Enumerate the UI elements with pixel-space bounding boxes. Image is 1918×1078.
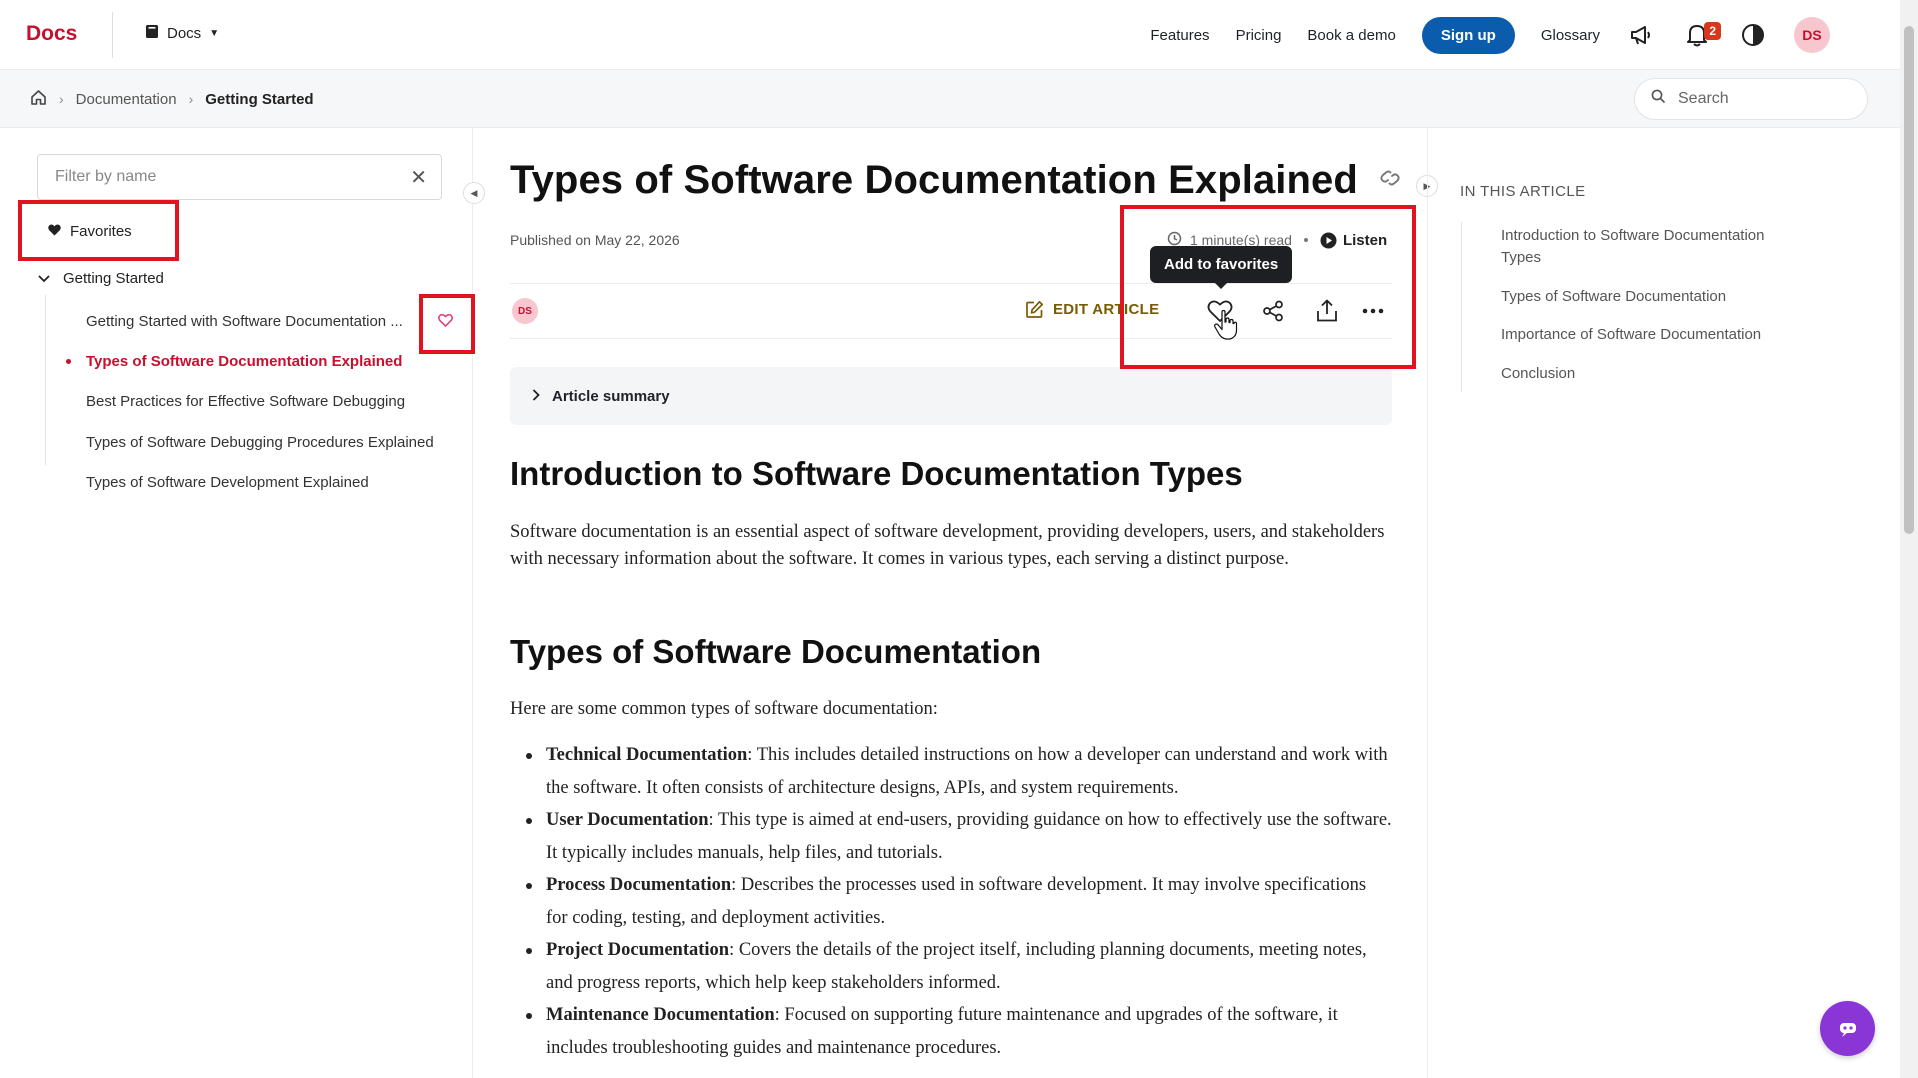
edit-icon — [1026, 300, 1044, 318]
book-icon — [145, 24, 159, 43]
toc-guide-line — [1461, 222, 1462, 392]
top-navbar: Docs Docs ▼ Features Pricing Book a demo… — [0, 0, 1900, 70]
bell-icon[interactable]: 2 — [1682, 20, 1721, 50]
breadcrumb-documentation[interactable]: Documentation — [76, 91, 177, 108]
chevron-right-icon: › — [59, 91, 64, 107]
breadcrumb: › Documentation › Getting Started — [30, 89, 314, 109]
nav-links: Features Pricing Book a demo Sign up Glo… — [1150, 0, 1830, 70]
list-item: Technical Documentation: This includes d… — [526, 739, 1392, 804]
section-paragraph-introduction: Software documentation is an essential a… — [510, 522, 1385, 569]
nav-book-demo[interactable]: Book a demo — [1307, 27, 1395, 44]
list-item-term: Maintenance Documentation — [546, 1005, 775, 1025]
list-item: User Documentation: This type is aimed a… — [526, 804, 1392, 869]
nav-features[interactable]: Features — [1150, 27, 1209, 44]
sidebar-item-getting-started[interactable]: Getting Started with Software Documentat… — [86, 313, 403, 330]
highlight-box-favorites — [18, 200, 179, 261]
left-sidebar: ✕ Favorites Getting Started Getting Star… — [0, 128, 475, 1078]
author-avatar[interactable]: DS — [512, 298, 538, 324]
scrollbar-thumb[interactable] — [1904, 26, 1914, 534]
section-intro-types: Here are some common types of software d… — [510, 699, 938, 719]
page-title: Types of Software Documentation Explaine… — [510, 158, 1358, 202]
section-heading-introduction: Introduction to Software Documentation T… — [510, 455, 1243, 492]
breadcrumb-bar: › Documentation › Getting Started — [0, 70, 1900, 128]
active-dot — [66, 359, 71, 364]
toc-item-types[interactable]: Types of Software Documentation — [1501, 286, 1801, 308]
sidebar-item-best-practices-debugging[interactable]: Best Practices for Effective Software De… — [86, 393, 405, 410]
article-summary-toggle[interactable]: Article summary — [510, 367, 1392, 425]
project-selector[interactable]: Docs ▼ — [145, 24, 219, 43]
hand-cursor-icon — [1213, 309, 1239, 345]
search-icon — [1651, 89, 1666, 109]
chevron-down-icon — [38, 270, 50, 287]
theme-toggle-icon[interactable] — [1738, 20, 1768, 50]
breadcrumb-getting-started[interactable]: Getting Started — [205, 91, 313, 108]
home-icon[interactable] — [30, 89, 47, 109]
documentation-types-list: Technical Documentation: This includes d… — [526, 739, 1392, 1064]
list-item: Maintenance Documentation: Focused on su… — [526, 999, 1392, 1064]
section-heading-types: Types of Software Documentation — [510, 633, 1042, 670]
megaphone-icon[interactable] — [1626, 20, 1656, 50]
list-item: Project Documentation: Covers the detail… — [526, 934, 1392, 999]
notification-badge: 2 — [1704, 22, 1721, 40]
list-item: Process Documentation: Describes the pro… — [526, 869, 1392, 934]
bot-icon — [1839, 1022, 1856, 1037]
tree-group-getting-started[interactable]: Getting Started — [38, 270, 164, 287]
published-date: Published on May 22, 2026 — [510, 232, 680, 248]
chat-assistant-button[interactable] — [1820, 1001, 1875, 1056]
filter-box[interactable]: ✕ — [37, 154, 442, 200]
toc-item-introduction[interactable]: Introduction to Software Documentation T… — [1501, 225, 1801, 269]
search-box[interactable] — [1634, 78, 1868, 120]
summary-label: Article summary — [552, 387, 670, 405]
sidebar-item-software-development[interactable]: Types of Software Development Explained — [86, 474, 369, 491]
user-avatar[interactable]: DS — [1794, 17, 1830, 53]
chevron-right-icon: › — [188, 91, 194, 107]
signup-button[interactable]: Sign up — [1421, 16, 1515, 54]
nav-pricing[interactable]: Pricing — [1236, 27, 1282, 44]
chevron-right-icon — [532, 388, 540, 405]
logo-divider — [112, 12, 113, 58]
sidebar-item-debugging-procedures[interactable]: Types of Software Debugging Procedures E… — [86, 434, 434, 451]
page-scrollbar[interactable] — [1900, 0, 1918, 1078]
collapse-sidebar-button[interactable]: ◀ — [463, 182, 485, 204]
highlight-box-article-actions — [1120, 205, 1416, 369]
nav-glossary[interactable]: Glossary — [1541, 27, 1600, 44]
caret-down-icon: ▼ — [209, 28, 220, 39]
tree-guide-line — [45, 295, 46, 465]
logo[interactable]: Docs — [26, 22, 77, 46]
list-item-term: Project Documentation — [546, 940, 730, 960]
toc-item-conclusion[interactable]: Conclusion — [1501, 363, 1801, 385]
title-row: Types of Software Documentation Explaine… — [510, 158, 1402, 203]
filter-input[interactable] — [55, 168, 411, 186]
table-of-contents: IN THIS ARTICLE Introduction to Software… — [1460, 183, 1790, 382]
toc-item-importance[interactable]: Importance of Software Documentation — [1501, 324, 1801, 346]
search-input[interactable] — [1678, 90, 1838, 108]
clear-icon[interactable]: ✕ — [410, 165, 427, 190]
link-icon[interactable] — [1378, 168, 1402, 193]
toc-title: IN THIS ARTICLE — [1460, 183, 1586, 200]
list-item-term: User Documentation — [546, 810, 709, 830]
list-item-term: Technical Documentation — [546, 745, 748, 765]
list-item-term: Process Documentation — [546, 875, 732, 895]
group-label: Getting Started — [63, 270, 164, 287]
highlight-box-item-heart — [419, 294, 475, 354]
content-divider — [1427, 128, 1428, 1078]
project-label: Docs — [167, 25, 202, 42]
sidebar-item-types-of-documentation[interactable]: Types of Software Documentation Explaine… — [86, 353, 402, 370]
